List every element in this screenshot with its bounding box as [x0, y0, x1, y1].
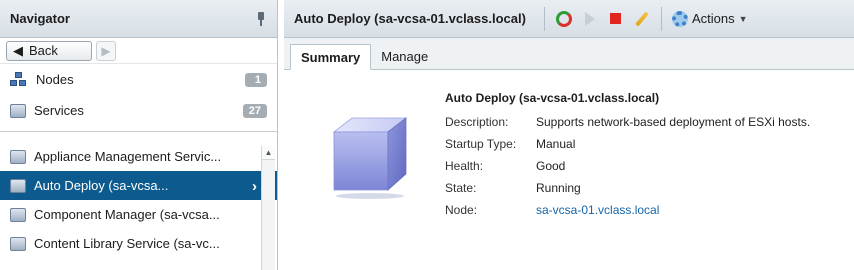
list-item[interactable]: Content Library Service (sa-vc... [0, 229, 277, 258]
tab-bar: Summary Manage [284, 38, 854, 70]
service-icon [10, 103, 26, 118]
stop-button[interactable] [603, 6, 629, 32]
list-item[interactable]: Component Manager (sa-vcsa... [0, 200, 277, 229]
actions-label: Actions [691, 11, 735, 26]
pin-icon[interactable] [255, 11, 267, 27]
count-badge: 27 [242, 103, 267, 118]
details-title: Auto Deploy (sa-vcsa-01.vclass.local) [445, 91, 660, 105]
pencil-icon [635, 11, 649, 26]
start-button[interactable] [577, 6, 603, 32]
object-header: Auto Deploy (sa-vcsa-01.vclass.local) Ac… [284, 0, 854, 38]
count-badge: 1 [245, 72, 267, 87]
service-icon [10, 178, 26, 193]
service-icon [10, 149, 26, 164]
back-label: Back [29, 43, 58, 58]
nav-item-label: Services [34, 103, 84, 118]
service-details: Auto Deploy (sa-vcsa-01.vclass.local) De… [445, 91, 810, 221]
history-bar: ◀ Back ▶ [0, 38, 277, 64]
detail-row: Health: Good [445, 155, 810, 177]
service-icon [10, 207, 26, 222]
object-title: Auto Deploy (sa-vcsa-01.vclass.local) [294, 11, 526, 26]
toolbar-separator [543, 6, 545, 31]
detail-value: Good [536, 159, 566, 173]
detail-key: State: [445, 181, 477, 195]
chevron-right-icon: › [252, 178, 257, 195]
list-item-label: Content Library Service (sa-vc... [34, 236, 220, 251]
gear-icon [671, 10, 688, 27]
detail-row: State: Running [445, 177, 810, 199]
detail-key: Description: [445, 115, 509, 129]
play-icon [584, 11, 595, 26]
summary-content: Auto Deploy (sa-vcsa-01.vclass.local) De… [284, 70, 854, 270]
nav-item-nodes[interactable]: Nodes 1 [0, 64, 277, 95]
list-item-label: Auto Deploy (sa-vcsa... [34, 178, 169, 193]
nodes-icon [10, 71, 28, 88]
service-cube-icon [332, 117, 408, 199]
detail-row: Node: sa-vcsa-01.vclass.local [445, 199, 810, 221]
stop-icon [610, 13, 622, 24]
detail-value: Supports network-based deployment of ESX… [536, 115, 811, 129]
divider [0, 126, 277, 132]
nav-item-services[interactable]: Services 27 [0, 95, 277, 126]
back-button[interactable]: ◀ Back [6, 40, 92, 61]
nav-item-label: Nodes [36, 72, 74, 87]
edit-button[interactable] [629, 6, 655, 32]
navigator-header: Navigator [0, 0, 277, 38]
navigator-panel: Navigator ◀ Back ▶ Nodes 1 Services 27 A… [0, 0, 278, 270]
forward-button[interactable]: ▶ [96, 40, 116, 61]
detail-value: Manual [536, 137, 576, 151]
detail-key: Startup Type: [445, 137, 517, 151]
scrollbar[interactable]: ▲ [261, 146, 275, 270]
tab-manage[interactable]: Manage [371, 43, 438, 69]
detail-value: Running [536, 181, 581, 195]
caret-down-icon: ▼ [738, 13, 748, 24]
node-link[interactable]: sa-vcsa-01.vclass.local [536, 203, 659, 217]
object-panel: Auto Deploy (sa-vcsa-01.vclass.local) Ac… [284, 0, 854, 270]
detail-row: Description: Supports network-based depl… [445, 111, 810, 133]
refresh-icon [555, 10, 572, 27]
list-item-selected[interactable]: Auto Deploy (sa-vcsa... › [0, 171, 277, 200]
tab-summary[interactable]: Summary [290, 44, 372, 70]
detail-key: Node: [445, 203, 478, 217]
scroll-up-icon[interactable]: ▲ [262, 146, 275, 160]
list-item[interactable]: Appliance Management Servic... [0, 142, 277, 171]
list-item-label: Component Manager (sa-vcsa... [34, 207, 220, 222]
navigator-title: Navigator [10, 11, 70, 26]
service-icon [10, 236, 26, 251]
toolbar-separator [660, 6, 662, 31]
back-arrow-icon: ◀ [13, 42, 23, 58]
service-list: Appliance Management Servic... Auto Depl… [0, 142, 277, 270]
actions-menu[interactable]: Actions ▼ [668, 10, 752, 27]
detail-key: Health: [445, 159, 484, 173]
list-item-label: Appliance Management Servic... [34, 149, 222, 164]
forward-arrow-icon: ▶ [101, 43, 111, 58]
detail-row: Startup Type: Manual [445, 133, 810, 155]
restart-button[interactable] [551, 6, 577, 32]
